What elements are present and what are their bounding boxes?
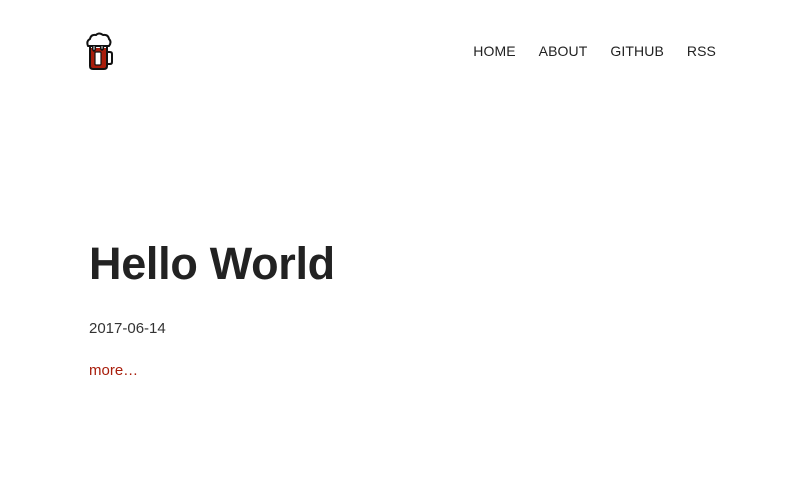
page: HOME ABOUT GITHUB RSS Hello World 2017-0… (0, 0, 800, 500)
post-title: Hello World (89, 238, 335, 289)
read-more-link[interactable]: more… (89, 361, 138, 381)
nav-about-link[interactable]: ABOUT (539, 42, 588, 60)
nav-github-link[interactable]: GITHUB (610, 42, 664, 60)
site-logo-link[interactable] (84, 32, 114, 72)
post-date: 2017-06-14 (89, 320, 166, 337)
beer-mug-icon (84, 32, 114, 72)
post-summary: Hello World 2017-06-14 more… (89, 236, 709, 381)
site-header: HOME ABOUT GITHUB RSS (0, 0, 800, 100)
nav-rss-link[interactable]: RSS (687, 42, 716, 60)
main-nav: HOME ABOUT GITHUB RSS (473, 42, 716, 60)
nav-home-link[interactable]: HOME (473, 42, 515, 60)
